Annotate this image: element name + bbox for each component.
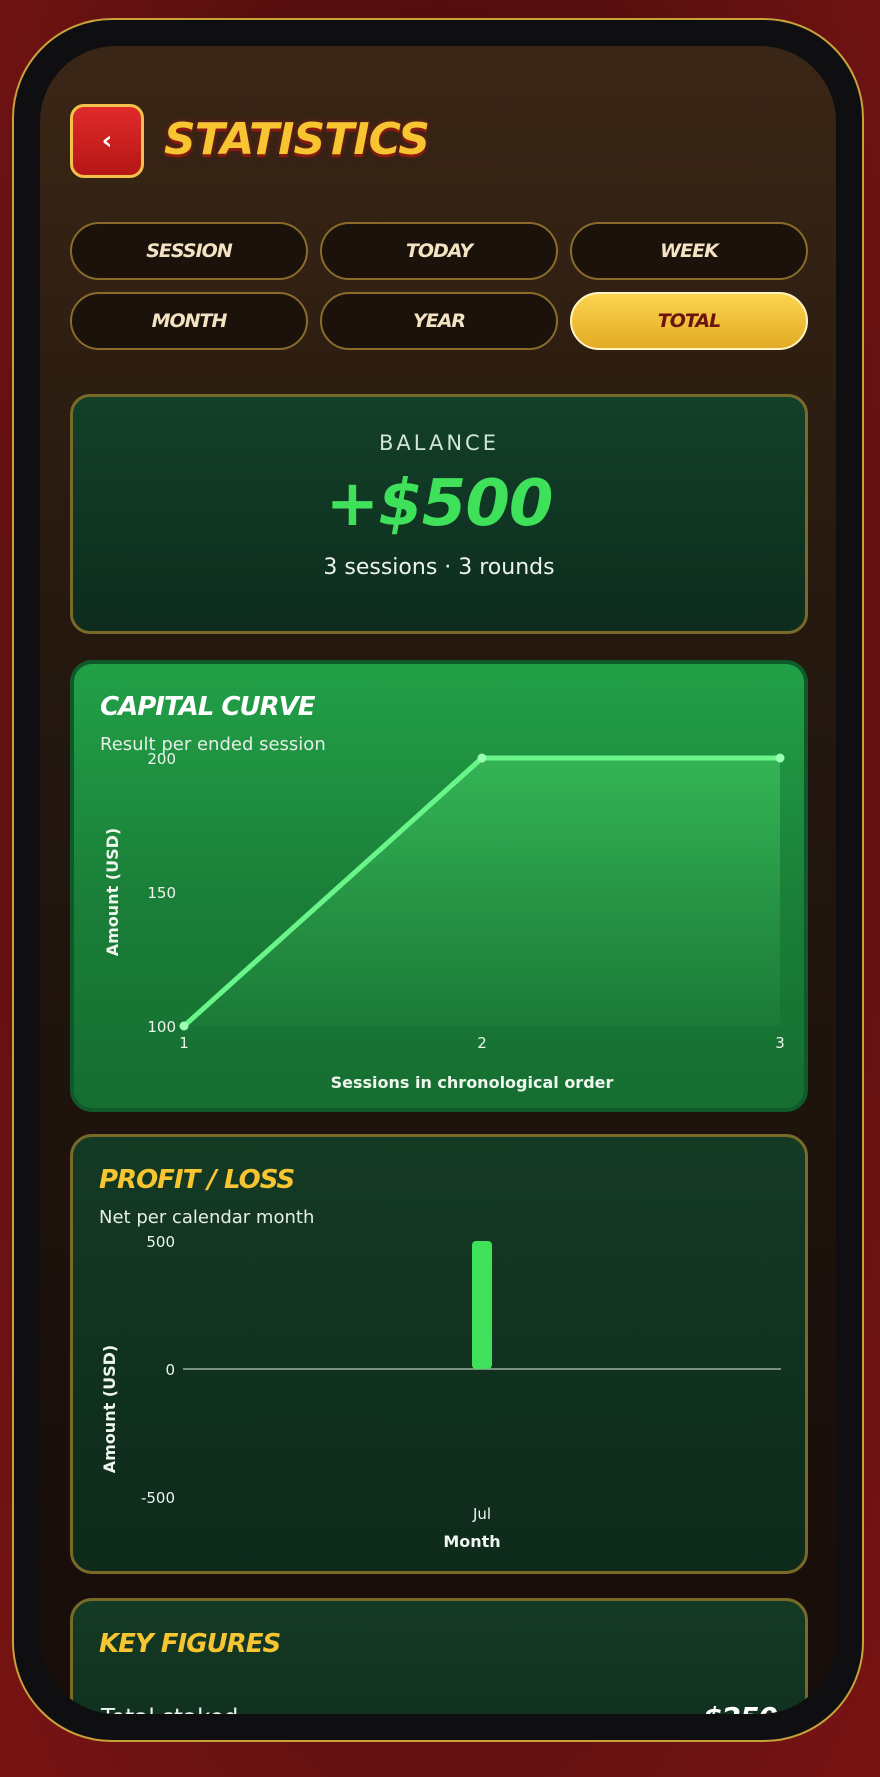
data-point xyxy=(179,1021,189,1031)
capital-curve-chart: 100 150 200 1 2 3 Sessions in chronological or… xyxy=(103,750,785,1092)
x-tick-label: 2 xyxy=(477,1034,487,1052)
tab-month[interactable]: MONTH xyxy=(70,292,308,350)
y-axis-label: Amount (USD) xyxy=(103,828,122,956)
capital-curve-card: CAPITAL CURVE Result per ended session 1… xyxy=(70,660,808,1112)
tab-week[interactable]: WEEK xyxy=(570,222,808,280)
y-tick-label: 100 xyxy=(147,1018,176,1036)
chevron-left-icon: ‹ xyxy=(101,126,113,156)
balance-summary: 3 sessions · 3 rounds xyxy=(323,555,555,580)
x-axis-label: Sessions in chronological order xyxy=(331,1073,614,1092)
y-tick-label: 500 xyxy=(146,1233,175,1251)
key-figures-card: KEY FIGURES Total staked $250 xyxy=(70,1598,808,1714)
y-axis-label: Amount (USD) xyxy=(100,1345,119,1473)
tab-session[interactable]: SESSION xyxy=(70,222,308,280)
back-button[interactable]: ‹ xyxy=(70,104,144,178)
x-axis-label: Month xyxy=(443,1532,500,1551)
balance-label: BALANCE xyxy=(379,431,499,455)
y-tick-label: 200 xyxy=(147,750,176,768)
total-staked-value: $250 xyxy=(703,1701,778,1714)
y-tick-label: -500 xyxy=(141,1489,175,1507)
bar xyxy=(472,1241,492,1369)
period-tabs: SESSION TODAY WEEK MONTH YEAR TOTAL xyxy=(70,222,808,350)
tab-today[interactable]: TODAY xyxy=(320,222,558,280)
total-staked-label: Total staked xyxy=(101,1705,238,1715)
page-title: STATISTICS xyxy=(164,114,430,165)
balance-value: +$500 xyxy=(325,467,554,541)
key-figures-title: KEY FIGURES xyxy=(99,1629,281,1659)
data-point xyxy=(775,753,785,763)
tab-total[interactable]: TOTAL xyxy=(570,292,808,350)
data-point xyxy=(477,753,487,763)
x-tick-label: 1 xyxy=(179,1034,189,1052)
screen: ‹ STATISTICS SESSION TODAY WEEK MONTH YE… xyxy=(40,46,836,1714)
y-tick-label: 0 xyxy=(165,1361,175,1379)
series-area xyxy=(184,758,780,1026)
profit-loss-card: PROFIT / LOSS Net per calendar month 500… xyxy=(70,1134,808,1574)
key-figure-row: Total staked $250 xyxy=(101,1701,778,1715)
tab-year[interactable]: YEAR xyxy=(320,292,558,350)
x-tick-label: Jul xyxy=(472,1505,491,1523)
profit-loss-chart: 500 0 -500 Jul Month Amount (USD) xyxy=(100,1233,781,1551)
balance-card: BALANCE +$500 3 sessions · 3 rounds xyxy=(70,394,808,634)
y-tick-label: 150 xyxy=(147,884,176,902)
device-frame: ‹ STATISTICS SESSION TODAY WEEK MONTH YE… xyxy=(12,18,864,1742)
x-tick-label: 3 xyxy=(775,1034,785,1052)
